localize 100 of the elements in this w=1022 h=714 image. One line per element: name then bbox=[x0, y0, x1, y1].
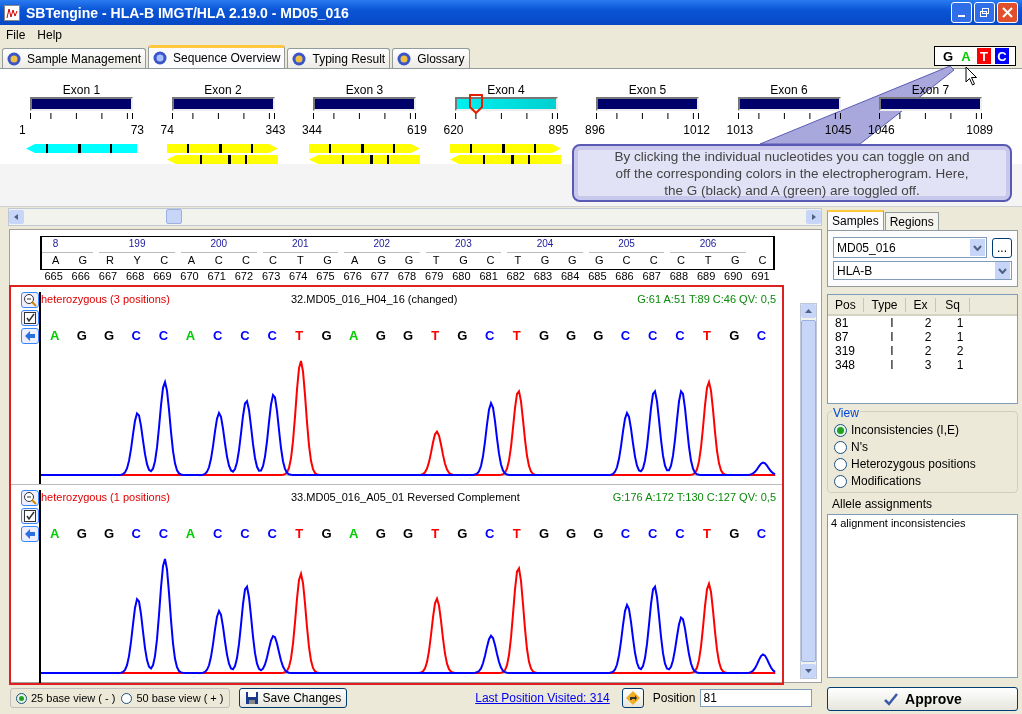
trace-stats: G:61 A:51 T:89 C:46 QV: 0,5 bbox=[637, 292, 776, 305]
checkbox-icon[interactable] bbox=[21, 309, 39, 326]
ruler-base: C bbox=[268, 252, 279, 268]
table-cell-text: 2 bbox=[923, 344, 933, 358]
scroll-left-icon[interactable] bbox=[9, 209, 24, 224]
checkbox-icon[interactable] bbox=[21, 508, 39, 525]
codon-number: 205 bbox=[588, 236, 665, 253]
restore-icon bbox=[979, 7, 990, 18]
radio-button[interactable] bbox=[834, 457, 847, 471]
zoom-out-icon[interactable] bbox=[21, 291, 39, 308]
position-marker[interactable] bbox=[468, 94, 483, 114]
minimize-button[interactable] bbox=[951, 2, 972, 23]
base-call: A bbox=[184, 327, 197, 344]
tab[interactable]: Glossary bbox=[392, 48, 470, 68]
last-position-link[interactable]: Last Position Visited: 314 bbox=[475, 691, 610, 706]
ruler-base: Y bbox=[132, 252, 142, 268]
go-to-position-button[interactable] bbox=[621, 688, 644, 709]
tab[interactable]: Sequence Overview bbox=[148, 45, 286, 68]
menu-item[interactable]: File bbox=[0, 27, 32, 42]
base-call: C bbox=[239, 327, 251, 344]
exon-bar[interactable] bbox=[171, 97, 275, 111]
exon-end: 1045 bbox=[824, 123, 852, 137]
exon-bar[interactable] bbox=[30, 97, 133, 111]
browse-button[interactable]: ... bbox=[992, 237, 1012, 258]
approve-button[interactable]: Approve bbox=[827, 687, 1018, 711]
restore-button[interactable] bbox=[974, 2, 995, 23]
magnifier-icon bbox=[23, 292, 37, 307]
region-select[interactable]: HLA-B bbox=[833, 261, 1012, 280]
codon-number: 8 bbox=[42, 236, 94, 253]
exon-label: Exon 4 bbox=[487, 84, 525, 97]
table-cell-text: 1 bbox=[955, 358, 965, 372]
horizontal-scrollbar[interactable] bbox=[8, 208, 822, 226]
base-call: C bbox=[266, 327, 278, 344]
base-call: G bbox=[565, 526, 578, 543]
app-icon bbox=[4, 4, 20, 21]
exon-bar[interactable] bbox=[313, 97, 416, 111]
tab[interactable]: Regions bbox=[884, 212, 939, 230]
base-call: G bbox=[320, 526, 333, 543]
nucleotide-toggle[interactable]: G bbox=[941, 48, 955, 64]
scroll-thumb[interactable] bbox=[166, 209, 182, 225]
base-call: C bbox=[619, 327, 632, 344]
sample-select[interactable]: MD05_016 bbox=[833, 237, 987, 258]
ruler-base: G bbox=[539, 252, 551, 268]
zoom-out-icon[interactable] bbox=[21, 490, 39, 507]
radio-button[interactable] bbox=[834, 440, 847, 454]
position-number: 688 bbox=[668, 269, 690, 284]
scroll-down-icon[interactable] bbox=[801, 663, 816, 678]
tab[interactable]: Sample Management bbox=[2, 48, 147, 68]
table-cell-text: 1 bbox=[955, 330, 965, 344]
vertical-scrollbar[interactable] bbox=[800, 302, 817, 679]
base-call: C bbox=[157, 526, 170, 543]
base-call: C bbox=[674, 327, 686, 344]
radio-label[interactable]: 50 base view ( + ) bbox=[136, 692, 224, 705]
scroll-thumb[interactable] bbox=[801, 319, 816, 662]
radio-label[interactable]: 25 base view ( - ) bbox=[31, 692, 116, 705]
close-button[interactable] bbox=[997, 2, 1018, 23]
exon-bar[interactable] bbox=[737, 97, 841, 111]
nucleotide-toggle[interactable]: T bbox=[977, 48, 991, 64]
radio-label[interactable]: N's bbox=[851, 440, 868, 454]
radio-label[interactable]: Modifications bbox=[851, 474, 922, 488]
base-call: G bbox=[728, 526, 741, 543]
exon-bar[interactable] bbox=[596, 97, 699, 111]
codon-number: 203 bbox=[425, 236, 502, 253]
scroll-up-icon[interactable] bbox=[801, 303, 816, 318]
radio-label[interactable]: Heterozygous positions bbox=[851, 457, 976, 471]
radio-label[interactable]: Inconsistencies (I,E) bbox=[851, 423, 960, 437]
base-call: C bbox=[130, 526, 142, 543]
save-changes-button[interactable]: Save Changes bbox=[238, 688, 348, 709]
radio-button[interactable] bbox=[121, 692, 133, 704]
base-call: A bbox=[347, 327, 360, 344]
exon-bar[interactable] bbox=[879, 97, 982, 111]
nucleotide-toggle[interactable]: C bbox=[995, 48, 1009, 64]
base-call: C bbox=[755, 526, 768, 543]
tab[interactable]: Samples bbox=[827, 210, 884, 230]
position-number: 671 bbox=[206, 269, 227, 284]
position-number: 669 bbox=[152, 269, 173, 284]
column-header[interactable]: Type bbox=[864, 297, 906, 312]
allele-assignments-box[interactable]: 4 alignment inconsistencies bbox=[827, 514, 1018, 678]
radio-button[interactable] bbox=[834, 474, 847, 488]
column-header[interactable]: Ex bbox=[906, 297, 936, 312]
menu-item[interactable]: Help bbox=[31, 27, 69, 42]
radio-button[interactable] bbox=[16, 692, 27, 704]
scroll-right-icon[interactable] bbox=[806, 209, 821, 224]
column-header[interactable]: Sq bbox=[936, 297, 970, 312]
base-call: T bbox=[702, 327, 713, 344]
exon-start: 1046 bbox=[868, 123, 895, 137]
tab[interactable]: Typing Result bbox=[287, 48, 391, 68]
ruler-base: T bbox=[295, 252, 305, 268]
ruler-base: G bbox=[594, 252, 605, 268]
exon-end: 343 bbox=[265, 123, 286, 137]
heterozygous-label: heterozygous (3 positions) bbox=[41, 292, 171, 305]
base-call: T bbox=[430, 526, 441, 543]
ruler-base: G bbox=[403, 252, 415, 268]
position-field[interactable]: 81 bbox=[700, 689, 813, 708]
radio-button[interactable] bbox=[834, 423, 847, 437]
column-header[interactable]: Pos bbox=[828, 297, 864, 312]
table-cell-text: 81 bbox=[834, 316, 850, 330]
base-call: C bbox=[157, 327, 170, 344]
ruler-base: C bbox=[213, 252, 224, 268]
position-number: 691 bbox=[750, 269, 771, 284]
